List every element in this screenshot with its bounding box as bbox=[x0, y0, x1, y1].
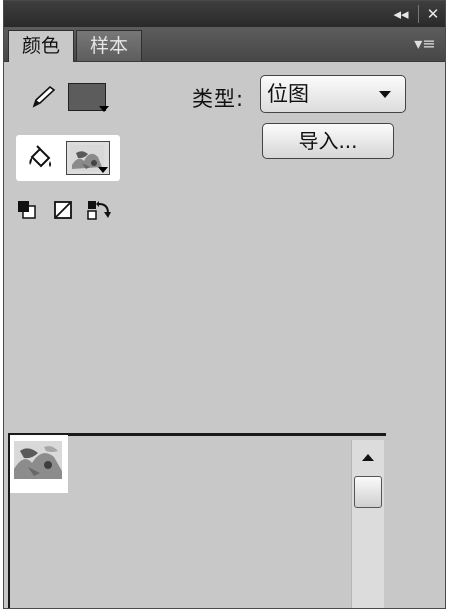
scroll-up-icon[interactable] bbox=[362, 454, 374, 461]
pencil-icon bbox=[32, 85, 56, 108]
fill-type-select[interactable]: 位图 bbox=[260, 75, 406, 113]
chevron-down-icon bbox=[99, 106, 109, 112]
tab-color[interactable]: 颜色 bbox=[8, 30, 74, 62]
paint-bucket-icon bbox=[29, 145, 51, 168]
fill-type-value: 位图 bbox=[267, 82, 309, 106]
color-panel: ◂◂ ✕ 颜色 样本 ▾≡ 类型: 位图 导入... bbox=[3, 0, 446, 609]
bitmap-thumbnail-item[interactable] bbox=[10, 435, 68, 493]
chevron-down-icon bbox=[98, 167, 108, 173]
panel-menu-icon[interactable]: ▾≡ bbox=[411, 35, 439, 53]
no-color-icon[interactable] bbox=[52, 199, 74, 221]
titlebar-divider bbox=[418, 5, 419, 23]
stroke-color-swatch[interactable] bbox=[64, 79, 110, 113]
collapse-icon[interactable]: ◂◂ bbox=[390, 4, 412, 24]
close-icon[interactable]: ✕ bbox=[422, 4, 444, 24]
fill-color-swatch[interactable] bbox=[66, 141, 110, 175]
swap-colors-icon[interactable] bbox=[86, 199, 112, 221]
panel-titlebar: ◂◂ ✕ bbox=[4, 1, 445, 27]
default-colors-icon[interactable] bbox=[16, 199, 38, 221]
chevron-down-icon bbox=[379, 91, 391, 98]
scrollbar-thumb[interactable] bbox=[354, 476, 382, 508]
bitmap-list bbox=[8, 433, 386, 608]
tab-swatches[interactable]: 样本 bbox=[76, 30, 142, 61]
tab-bar: 颜色 样本 ▾≡ bbox=[4, 27, 445, 62]
type-label: 类型: bbox=[192, 87, 245, 111]
import-button[interactable]: 导入... bbox=[262, 123, 394, 159]
bitmap-list-scrollbar[interactable] bbox=[351, 440, 384, 608]
bitmap-thumbnail bbox=[14, 441, 62, 479]
fill-color-control bbox=[16, 135, 120, 181]
